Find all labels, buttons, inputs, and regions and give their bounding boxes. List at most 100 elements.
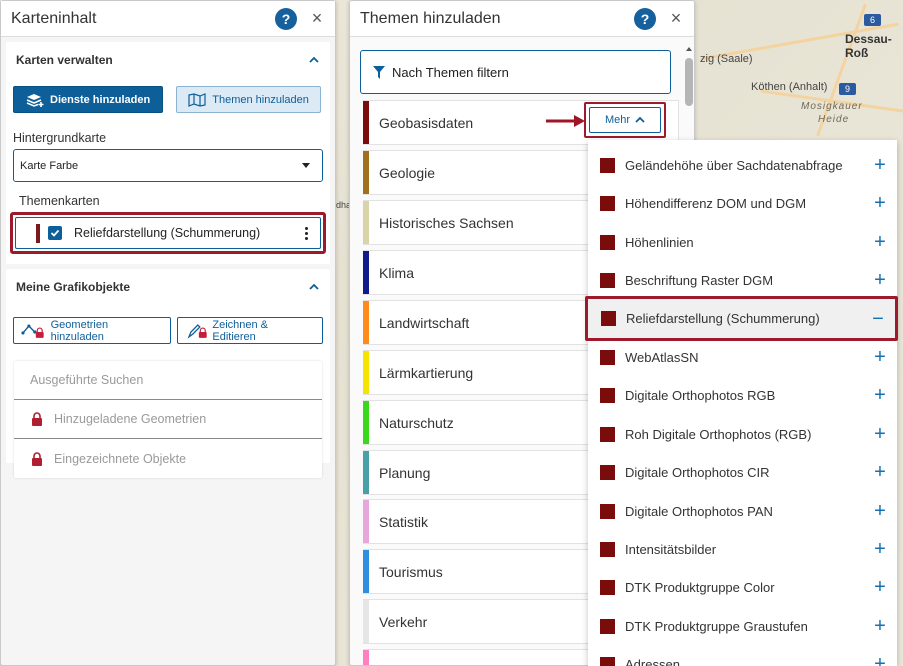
theme-item-statistik[interactable]: Statistik — [363, 499, 593, 544]
layer-checkbox[interactable] — [48, 226, 62, 240]
add-geometries-button[interactable]: Geometrien hinzuladen — [13, 317, 171, 344]
section-header[interactable]: Karten verwalten — [6, 42, 330, 78]
more-options-icon[interactable] — [305, 226, 308, 240]
theme-label: Klima — [379, 264, 415, 281]
dropdown-item[interactable]: Digitale Orthophotos PAN + — [588, 492, 897, 530]
add-layer-icon[interactable]: + — [873, 654, 887, 666]
help-button[interactable]: ? — [634, 7, 656, 30]
remove-layer-icon[interactable]: − — [871, 309, 885, 329]
dropdown-item[interactable]: Höhendifferenz DOM und DGM + — [588, 184, 897, 222]
dropdown-item[interactable]: Adressen + — [588, 645, 897, 666]
add-layer-icon[interactable]: + — [873, 232, 887, 252]
theme-label: Geologie — [379, 164, 436, 181]
lock-icon — [32, 412, 42, 426]
layers-plus-icon — [26, 93, 44, 107]
geobasisdaten-dropdown: Geländehöhe über Sachdatenabfrage + Höhe… — [588, 140, 897, 666]
draw-edit-label: Zeichnen & Editieren — [212, 318, 269, 343]
layer-highlight: Reliefdarstellung (Schummerung) — [10, 212, 326, 254]
theme-label: Geobasisdaten — [379, 114, 474, 131]
draw-edit-button[interactable]: Zeichnen & Editieren — [176, 317, 323, 344]
add-layer-icon[interactable]: + — [873, 270, 887, 290]
theme-item-historisches-sachsen[interactable]: Historisches Sachsen — [363, 200, 593, 245]
panel-header: Themen hinzuladen ? × — [350, 1, 694, 37]
basemap-value: Karte Farbe — [20, 159, 79, 172]
map-label-leipzig: zig (Saale) — [700, 53, 753, 65]
close-button[interactable]: × — [309, 8, 325, 29]
chevron-up-icon[interactable] — [308, 281, 320, 293]
dropdown-item[interactable]: Beschriftung Raster DGM + — [588, 261, 897, 299]
action-buttons: Dienste hinzuladen Themen hinzuladen — [6, 78, 330, 113]
dropdown-item[interactable]: Digitale Orthophotos RGB + — [588, 376, 897, 414]
dropdown-item-label: Roh Digitale Orthophotos (RGB) — [625, 426, 812, 442]
arrow-right-icon — [546, 115, 585, 127]
help-button[interactable]: ? — [275, 7, 297, 30]
dropdown-item[interactable]: Digitale Orthophotos CIR + — [588, 453, 897, 491]
dropdown-item[interactable]: DTK Produktgruppe Color + — [588, 568, 897, 606]
theme-label: Naturschutz — [379, 414, 454, 431]
add-layer-icon[interactable]: + — [873, 193, 887, 213]
theme-label: Verkehr — [379, 613, 428, 630]
theme-label: Tourismus — [379, 563, 443, 580]
theme-color-bar — [363, 600, 369, 643]
mehr-label: Mehr — [604, 114, 631, 126]
theme-item-naturschutz[interactable]: Naturschutz — [363, 400, 593, 445]
theme-item-planung[interactable]: Planung — [363, 450, 593, 495]
karten-verwalten-section: Karten verwalten Dienste hinzuladen Them… — [6, 42, 330, 264]
theme-item-geologie[interactable]: Geologie — [363, 150, 593, 195]
dropdown-item-active[interactable]: Reliefdarstellung (Schummerung) − — [585, 296, 898, 341]
add-services-button[interactable]: Dienste hinzuladen — [13, 86, 164, 113]
basemap-select[interactable]: Karte Farbe — [13, 149, 323, 182]
add-layer-icon[interactable]: + — [873, 577, 887, 597]
section-header[interactable]: Meine Grafikobjekte — [6, 269, 330, 305]
theme-color-bar — [363, 351, 369, 394]
section-title: Meine Grafikobjekte — [16, 280, 131, 294]
theme-color-bar — [363, 301, 369, 344]
theme-item-partial[interactable] — [363, 649, 593, 665]
add-layer-icon[interactable]: + — [873, 347, 887, 367]
filter-themes-button[interactable]: Nach Themen filtern — [360, 50, 671, 94]
layer-swatch — [600, 464, 615, 480]
add-layer-icon[interactable]: + — [873, 155, 887, 175]
theme-item-laermkartierung[interactable]: Lärmkartierung — [363, 350, 593, 395]
add-layer-icon[interactable]: + — [873, 616, 887, 636]
close-button[interactable]: × — [668, 8, 684, 29]
themes-label: Themenkarten — [19, 194, 100, 208]
add-layer-icon[interactable]: + — [873, 424, 887, 444]
list-item-drawn-objects[interactable]: Eingezeichnete Objekte — [14, 439, 322, 478]
dropdown-item[interactable]: Intensitätsbilder + — [588, 530, 897, 568]
theme-item-landwirtschaft[interactable]: Landwirtschaft — [363, 300, 593, 345]
map-label-dessau: Dessau-Roß — [845, 32, 892, 60]
theme-color-bar — [363, 201, 369, 244]
dropdown-item[interactable]: WebAtlasSN + — [588, 338, 897, 376]
theme-item-verkehr[interactable]: Verkehr — [363, 599, 593, 644]
add-layer-icon[interactable]: + — [873, 501, 887, 521]
add-geometries-label: Geometrien hinzuladen — [50, 318, 109, 343]
dropdown-item[interactable]: Roh Digitale Orthophotos (RGB) + — [588, 415, 897, 453]
dropdown-item-label: Digitale Orthophotos PAN — [625, 503, 773, 519]
graphics-list: Ausgeführte Suchen Hinzugeladene Geometr… — [14, 361, 322, 478]
check-icon — [50, 229, 60, 237]
chevron-up-icon[interactable] — [308, 54, 320, 66]
scroll-up-arrow[interactable] — [686, 47, 692, 51]
dropdown-item[interactable]: Geländehöhe über Sachdatenabfrage + — [588, 146, 897, 184]
dropdown-item[interactable]: Höhenlinien + — [588, 223, 897, 261]
layer-row[interactable]: Reliefdarstellung (Schummerung) — [15, 217, 321, 249]
theme-item-klima[interactable]: Klima — [363, 250, 593, 295]
add-layer-icon[interactable]: + — [873, 385, 887, 405]
mehr-button[interactable]: Mehr — [589, 107, 661, 133]
list-item-loaded-geometries[interactable]: Hinzugeladene Geometrien — [14, 400, 322, 439]
theme-color-bar — [363, 500, 369, 543]
dropdown-item[interactable]: DTK Produktgruppe Graustufen + — [588, 607, 897, 645]
map-label-heide: Heide — [818, 114, 850, 125]
list-item-label: Ausgeführte Suchen — [30, 373, 144, 387]
add-layer-icon[interactable]: + — [873, 462, 887, 482]
add-themes-button[interactable]: Themen hinzuladen — [176, 86, 321, 113]
theme-item-tourismus[interactable]: Tourismus — [363, 549, 593, 594]
dropdown-item-label: Digitale Orthophotos RGB — [625, 387, 776, 403]
list-item-searches[interactable]: Ausgeführte Suchen — [14, 361, 322, 400]
scroll-thumb[interactable] — [685, 58, 693, 106]
add-layer-icon[interactable]: + — [873, 539, 887, 559]
layer-name: Reliefdarstellung (Schummerung) — [74, 226, 261, 240]
list-item-label: Eingezeichnete Objekte — [54, 451, 187, 466]
theme-label: Planung — [379, 464, 431, 481]
